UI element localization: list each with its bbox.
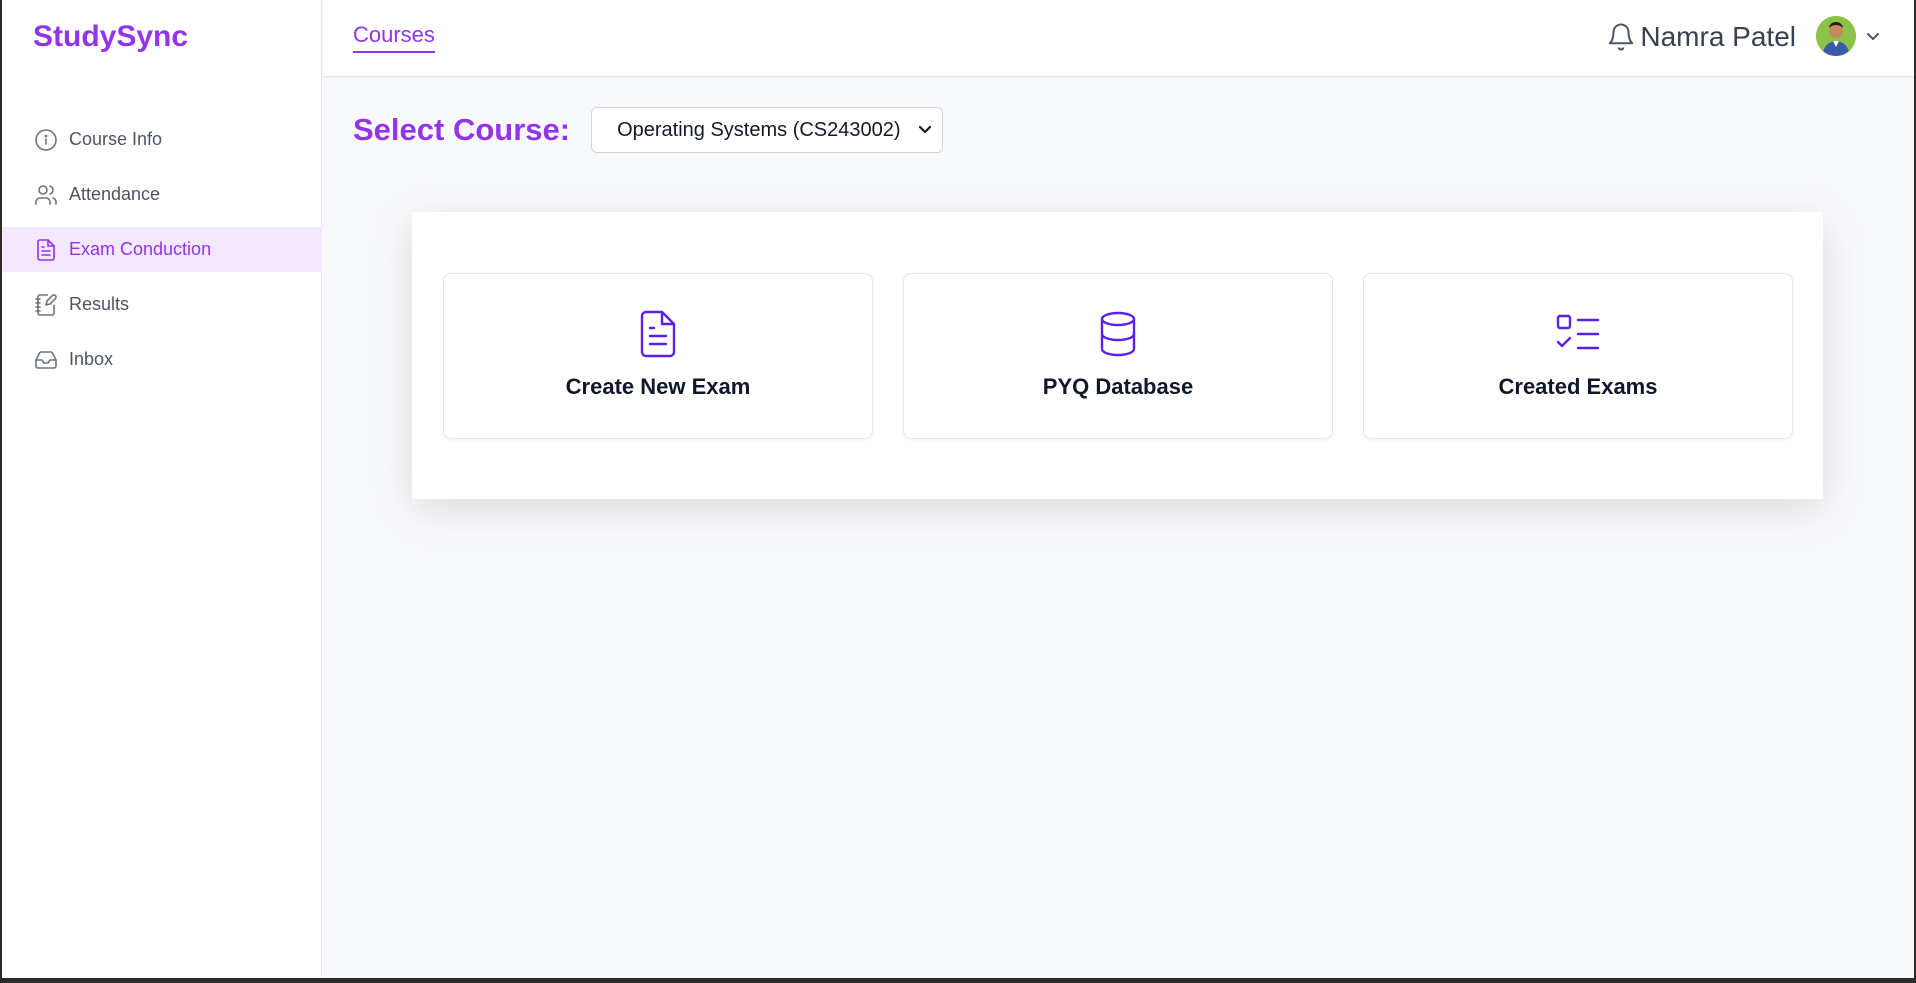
course-select-row: Select Course: Operating Systems (CS2430…: [353, 107, 944, 153]
sidebar-item-exam-conduction[interactable]: Exam Conduction: [2, 227, 322, 272]
sidebar-item-label: Attendance: [69, 184, 161, 204]
sidebar-item-course-info[interactable]: Course Info: [2, 117, 322, 162]
inbox-icon: [33, 347, 59, 373]
sidebar-item-label: Inbox: [69, 349, 114, 369]
sidebar-item-label: Results: [69, 294, 130, 314]
card-title: Created Exams: [1498, 374, 1658, 399]
exam-options-panel: Create New Exam PYQ Database Created Exa…: [412, 212, 1823, 499]
sidebar-item-inbox[interactable]: Inbox: [2, 337, 322, 382]
select-course-label: Select Course:: [353, 112, 571, 147]
sidebar-item-attendance[interactable]: Attendance: [2, 172, 322, 217]
tab-courses[interactable]: Courses: [353, 22, 435, 53]
document-icon: [33, 237, 59, 263]
database-icon: [1090, 306, 1146, 362]
card-title: Create New Exam: [565, 374, 751, 399]
avatar[interactable]: [1816, 16, 1856, 56]
chevron-down-icon: [918, 125, 932, 134]
course-select-dropdown[interactable]: Operating Systems (CS243002): [591, 107, 944, 153]
file-text-icon: [630, 306, 686, 362]
create-new-exam-card[interactable]: Create New Exam: [443, 273, 873, 439]
app-window: StudySync Course Info Attendance Exam Co…: [2, 0, 1914, 978]
sidebar-item-results[interactable]: Results: [2, 282, 322, 327]
pyq-database-card[interactable]: PYQ Database: [903, 273, 1333, 439]
sidebar: StudySync Course Info Attendance Exam Co…: [2, 0, 322, 978]
top-bar: Courses Namra Patel: [323, 0, 1914, 77]
info-icon: [33, 127, 59, 153]
brand-logo[interactable]: StudySync: [33, 20, 188, 54]
course-select-value: Operating Systems (CS243002): [617, 118, 901, 141]
bell-icon[interactable]: [1606, 22, 1636, 52]
users-icon: [33, 182, 59, 208]
created-exams-card[interactable]: Created Exams: [1363, 273, 1793, 439]
sidebar-item-label: Course Info: [69, 129, 163, 149]
notebook-pen-icon: [33, 292, 59, 318]
sidebar-item-label: Exam Conduction: [69, 239, 212, 259]
card-title: PYQ Database: [1042, 374, 1194, 399]
list-checks-icon: [1550, 306, 1606, 362]
chevron-down-icon[interactable]: [1865, 30, 1881, 42]
sidebar-nav: Course Info Attendance Exam Conduction R…: [2, 117, 322, 392]
user-name[interactable]: Namra Patel: [1640, 21, 1796, 53]
